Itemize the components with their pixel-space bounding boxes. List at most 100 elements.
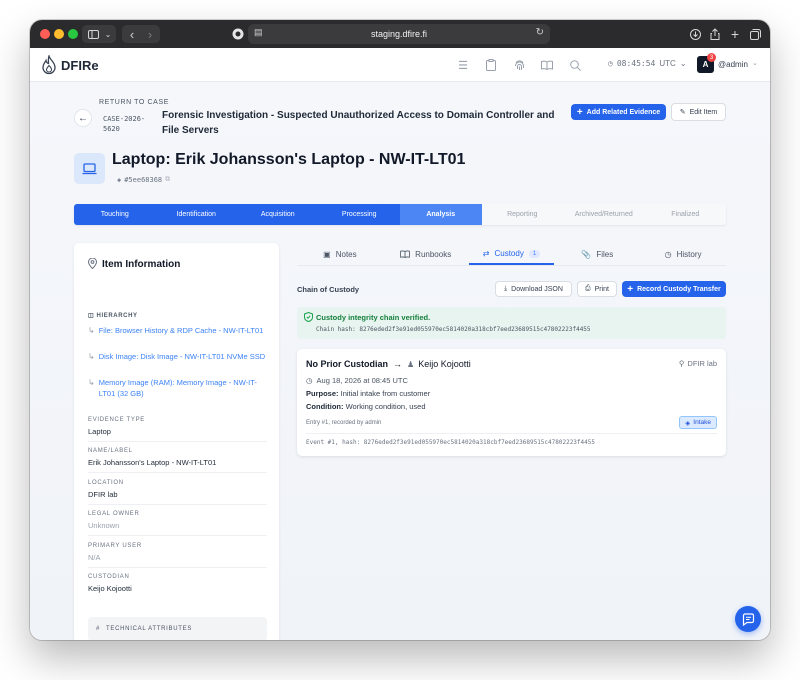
- stage-finalized[interactable]: Finalized: [644, 204, 726, 225]
- field-value: DFIR lab: [88, 490, 118, 499]
- case-id[interactable]: CASE-2026-5620: [103, 114, 153, 134]
- field-label: NAME/LABEL: [88, 448, 133, 454]
- hierarchy-link-label: File: Browser History & RDP Cache - NW-I…: [98, 326, 264, 335]
- tab-label: Notes: [335, 250, 357, 259]
- field-value: N/A: [88, 553, 101, 562]
- tab-overview-icon[interactable]: [746, 25, 764, 43]
- tab-runbooks[interactable]: Runbooks: [383, 244, 469, 265]
- sidebar-toggle[interactable]: ⌄: [82, 25, 116, 43]
- app-header: DFIRe ☰ ◷ 08:45:54 UTC ⌄ A 3 @admin ⌄: [30, 48, 770, 82]
- arrow-right-icon: →: [393, 359, 403, 369]
- plus-icon: +: [627, 283, 634, 295]
- hierarchy-label-text: HIERARCHY: [96, 313, 138, 319]
- field-label: PRIMARY USER: [88, 543, 142, 549]
- chevron-down-icon[interactable]: ⌄: [752, 59, 758, 67]
- copy-icon[interactable]: ⧉: [165, 175, 170, 184]
- stage-label: Identification: [176, 211, 216, 218]
- case-title: Forensic Investigation - Suspected Unaut…: [162, 110, 555, 136]
- return-to-case-button[interactable]: ←: [74, 109, 92, 127]
- reload-icon[interactable]: ↻: [536, 27, 544, 38]
- tab-custody[interactable]: ⇄ Custody 1: [468, 244, 555, 265]
- chevron-down-icon: ⌄: [104, 29, 112, 39]
- tab-notes[interactable]: ▣ Notes: [297, 244, 383, 265]
- history-nav: ‹ ›: [122, 25, 160, 43]
- url-text: staging.dfire.fi: [370, 29, 428, 39]
- shield-check-icon: [304, 311, 313, 324]
- technical-attributes-toggle[interactable]: # TECHNICAL ATTRIBUTES: [88, 617, 267, 640]
- print-button[interactable]: ⎙ Print: [577, 281, 617, 297]
- tab-history[interactable]: ◷ History: [640, 244, 726, 265]
- new-tab-icon[interactable]: +: [726, 25, 744, 43]
- clock-icon: ◷: [608, 59, 613, 68]
- hierarchy-link-label: Disk Image: Disk Image - NW-IT-LT01 NVMe…: [98, 352, 266, 361]
- clock-display[interactable]: ◷ 08:45:54 UTC ⌄: [608, 59, 687, 68]
- list-icon[interactable]: ☰: [456, 58, 470, 72]
- app-name[interactable]: DFIRe: [61, 58, 99, 73]
- share-icon[interactable]: [706, 25, 724, 43]
- clipboard-icon[interactable]: [484, 58, 498, 72]
- stage-identification[interactable]: Identification: [155, 204, 237, 225]
- tag-icon: ◈: [685, 419, 691, 427]
- custody-transfer: No Prior Custodian → ♟ Keijo Kojootti: [306, 359, 471, 369]
- child-arrow-icon: ↳: [88, 378, 95, 387]
- address-bar[interactable]: ▤ staging.dfire.fi ↻: [248, 24, 550, 44]
- fingerprint-icon[interactable]: [512, 58, 526, 72]
- record-custody-transfer-button[interactable]: + Record Custody Transfer: [622, 281, 726, 297]
- user-name[interactable]: @admin: [718, 60, 748, 69]
- close-window-button[interactable]: [40, 29, 50, 39]
- stage-analysis[interactable]: Analysis: [400, 204, 482, 225]
- downloads-icon[interactable]: [686, 25, 704, 43]
- child-arrow-icon: ↳: [88, 352, 95, 361]
- integrity-verified-banner: Custody integrity chain verified. Chain …: [297, 307, 726, 339]
- stage-touching[interactable]: Touching: [74, 204, 156, 225]
- return-to-case-label[interactable]: RETURN TO CASE: [99, 99, 169, 106]
- field-label: CUSTODIAN: [88, 574, 130, 580]
- forward-icon[interactable]: ›: [141, 25, 159, 43]
- event-condition: Condition: Working condition, used: [306, 402, 426, 411]
- stage-reporting[interactable]: Reporting: [481, 204, 563, 225]
- item-information-panel: Item Information ◫ HIERARCHY ↳ File: Bro…: [74, 243, 279, 640]
- chat-button[interactable]: [735, 606, 761, 632]
- hierarchy-link-label: Memory Image (RAM): Memory Image - NW-IT…: [98, 378, 257, 398]
- add-related-evidence-button[interactable]: + Add Related Evidence: [571, 104, 666, 120]
- event-location: ⚲ DFIR lab: [679, 359, 717, 368]
- stage-processing[interactable]: Processing: [318, 204, 400, 225]
- tab-label: Runbooks: [415, 250, 452, 259]
- stage-acquisition[interactable]: Acquisition: [237, 204, 319, 225]
- item-tabs: ▣ Notes Runbooks ⇄ Custody 1 📎 Files ◷ H…: [297, 244, 726, 266]
- browser-window: ⌄ ‹ › ▤ staging.dfire.fi ↻ + DFIRe ☰ ◷ 0…: [30, 20, 770, 640]
- clock-icon: ◷: [306, 376, 313, 385]
- back-icon[interactable]: ‹: [123, 25, 141, 43]
- hierarchy-link[interactable]: ↳ Disk Image: Disk Image - NW-IT-LT01 NV…: [88, 351, 268, 362]
- notes-icon: ▣: [323, 250, 331, 259]
- tab-label: Files: [596, 250, 614, 259]
- tab-files[interactable]: 📎 Files: [554, 244, 640, 265]
- hierarchy-link[interactable]: ↳ File: Browser History & RDP Cache - NW…: [88, 325, 268, 336]
- laptop-icon-box: [74, 153, 105, 184]
- event-hash: Event #1, hash: 8276eded2f3e91ed055970ec…: [306, 439, 595, 446]
- download-json-button[interactable]: ⤓ Download JSON: [495, 281, 572, 297]
- edit-item-button[interactable]: ✎ Edit Item: [671, 103, 726, 121]
- field-value: Laptop: [88, 427, 111, 436]
- stage-label: Processing: [341, 211, 377, 218]
- event-date: ◷ Aug 18, 2026 at 08:45 UTC: [306, 376, 408, 385]
- stage-archived-returned[interactable]: Archived/Returned: [563, 204, 645, 225]
- search-icon[interactable]: [568, 58, 582, 72]
- tab-label: History: [676, 250, 702, 259]
- field-name-label: NAME/LABEL Erik Johansson's Laptop - NW-…: [88, 448, 267, 473]
- hierarchy-link[interactable]: ↳ Memory Image (RAM): Memory Image - NW-…: [88, 377, 268, 399]
- add-related-evidence-label: Add Related Evidence: [586, 108, 661, 116]
- chat-icon: [742, 612, 754, 626]
- edit-icon: ✎: [679, 109, 686, 116]
- book-icon[interactable]: [540, 58, 554, 72]
- extension-icon[interactable]: [229, 25, 247, 43]
- maximize-window-button[interactable]: [68, 29, 78, 39]
- site-settings-icon[interactable]: ▤: [254, 27, 263, 38]
- event-entry: Entry #1, recorded by admin: [306, 420, 382, 426]
- minimize-window-button[interactable]: [54, 29, 64, 39]
- hierarchy-label: ◫ HIERARCHY: [88, 313, 138, 319]
- tab-label: Custody: [494, 249, 524, 258]
- stage-label: Reporting: [507, 211, 538, 218]
- download-icon: ⤓: [504, 285, 508, 292]
- flame-logo-icon: [40, 53, 58, 75]
